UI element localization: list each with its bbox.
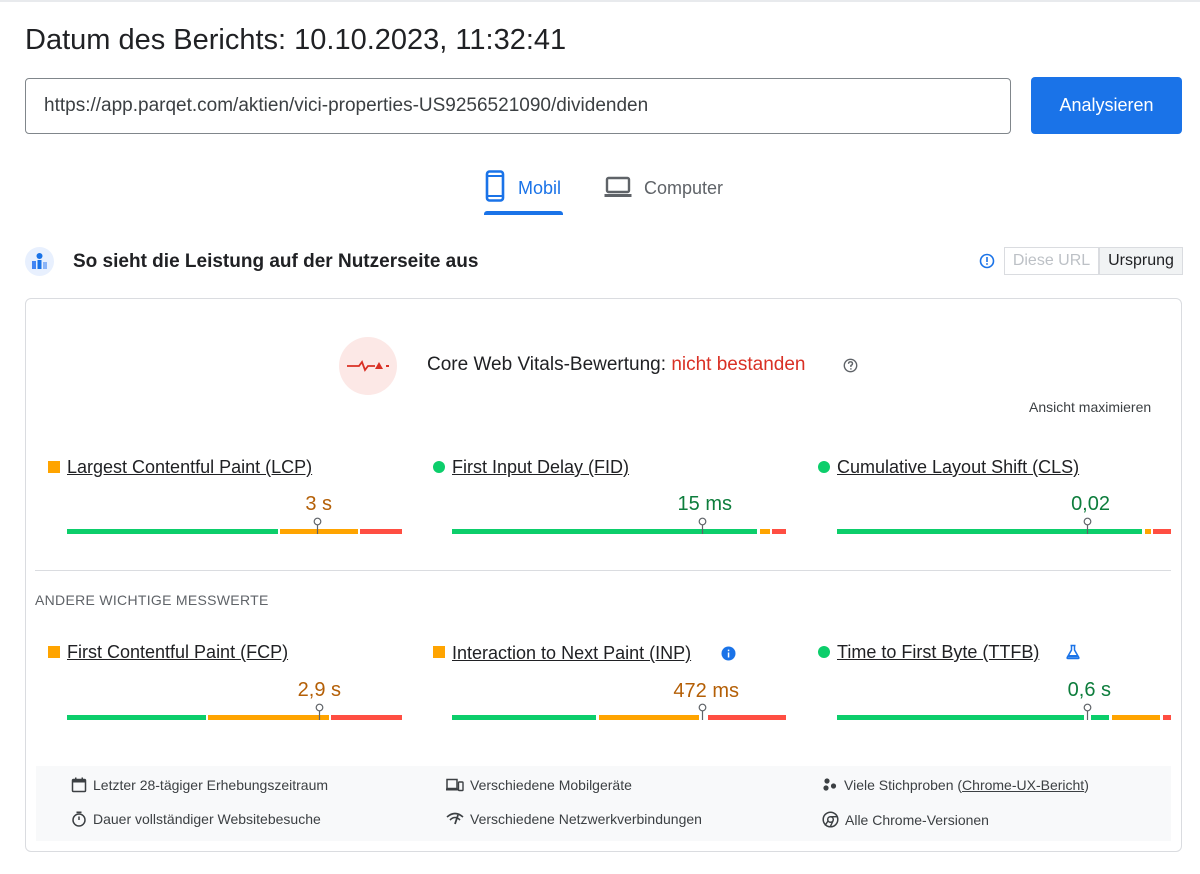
- summary-devices-text: Verschiedene Mobilgeräte: [470, 777, 632, 793]
- analyze-button[interactable]: Analysieren: [1031, 77, 1182, 134]
- ttfb-bar-good-2: [1091, 715, 1109, 720]
- url-input[interactable]: [25, 78, 1011, 134]
- summary-network: Verschiedene Netzwerkverbindungen: [446, 811, 702, 827]
- cls-bar-good: [837, 529, 1142, 534]
- inp-bar-poor: [708, 715, 786, 720]
- summary-samples-end: ): [1084, 777, 1089, 793]
- summary-versions: Alle Chrome-Versionen: [822, 811, 989, 828]
- metric-fid-name[interactable]: First Input Delay (FID): [452, 457, 629, 478]
- metric-ttfb-name[interactable]: Time to First Byte (TTFB): [837, 642, 1039, 663]
- expand-view-link[interactable]: Ansicht maximieren: [1029, 399, 1151, 415]
- good-indicator-icon: [818, 461, 830, 473]
- average-indicator-icon: [48, 461, 60, 473]
- info-circle-icon[interactable]: [979, 253, 995, 274]
- inp-marker-icon: [698, 703, 707, 725]
- metrics-divider: [35, 570, 1171, 571]
- toggle-this-url[interactable]: Diese URL: [1004, 247, 1099, 275]
- tab-computer-label: Computer: [644, 178, 724, 198]
- crux-report-link[interactable]: Chrome-UX-Bericht: [962, 777, 1084, 793]
- summary-network-text: Verschiedene Netzwerkverbindungen: [470, 811, 702, 827]
- average-indicator-icon: [433, 646, 445, 658]
- tab-mobile[interactable]: Mobil: [484, 170, 561, 214]
- summary-duration: Dauer vollständiger Websitebesuche: [71, 811, 321, 827]
- summary-duration-text: Dauer vollständiger Websitebesuche: [93, 811, 321, 827]
- summary-period: Letzter 28-tägiger Erhebungszeitraum: [71, 777, 328, 793]
- metric-inp-name[interactable]: Interaction to Next Paint (INP): [452, 643, 691, 664]
- ttfb-bar-good: [837, 715, 1084, 720]
- metric-inp-value: 472 ms: [673, 680, 739, 702]
- fcp-bar-average: [208, 715, 329, 720]
- summary-samples-text: Viele Stichproben (: [844, 777, 963, 793]
- metric-fid-value: 15 ms: [677, 493, 732, 515]
- metric-cls-name[interactable]: Cumulative Layout Shift (CLS): [837, 457, 1079, 478]
- fid-marker-icon: [698, 517, 707, 539]
- info-icon[interactable]: [721, 646, 736, 666]
- help-icon[interactable]: [843, 358, 858, 378]
- samples-icon: [823, 778, 837, 791]
- metric-lcp-value: 3 s: [305, 493, 332, 515]
- report-date: Datum des Berichts: 10.10.2023, 11:32:41: [25, 24, 567, 56]
- ttfb-bar-poor: [1163, 715, 1171, 720]
- cls-marker-icon: [1083, 517, 1092, 539]
- top-border: [0, 0, 1200, 2]
- experimental-flask-icon: [1065, 644, 1081, 665]
- tab-mobile-label: Mobil: [518, 178, 562, 198]
- lcp-marker-icon: [313, 517, 322, 539]
- lcp-bar-good: [67, 529, 278, 534]
- fid-bar-good: [452, 529, 757, 534]
- metric-fcp-value: 2,9 s: [297, 679, 341, 701]
- toggle-origin[interactable]: Ursprung: [1099, 247, 1183, 275]
- good-indicator-icon: [818, 646, 830, 658]
- metric-fcp-name[interactable]: First Contentful Paint (FCP): [67, 642, 288, 663]
- fcp-bar-poor: [331, 715, 402, 720]
- cls-bar-poor: [1153, 529, 1171, 534]
- chrome-icon: [822, 811, 839, 828]
- tab-selected-indicator: [484, 211, 563, 215]
- good-indicator-icon: [433, 461, 445, 473]
- ttfb-marker-icon: [1083, 703, 1092, 725]
- ttfb-bar-average: [1112, 715, 1160, 720]
- section-title: So sieht die Leistung auf der Nutzerseit…: [73, 251, 479, 272]
- summary-samples: Viele Stichproben (Chrome-UX-Bericht): [822, 777, 1089, 793]
- summary-period-text: Letzter 28-tägiger Erhebungszeitraum: [93, 777, 329, 793]
- laptop-icon: [604, 170, 632, 207]
- fid-bar-poor: [772, 529, 786, 534]
- cwv-status: nicht bestanden: [671, 354, 806, 375]
- cwv-assessment: Core Web Vitals-Bewertung: nicht bestand…: [427, 354, 805, 376]
- average-indicator-icon: [48, 646, 60, 658]
- metric-cls-value: 0,02: [1071, 493, 1110, 515]
- summary-devices: Verschiedene Mobilgeräte: [446, 777, 632, 793]
- calendar-icon: [71, 777, 87, 793]
- other-metrics-heading: ANDERE WICHTIGE MESSWERTE: [35, 592, 269, 608]
- fcp-bar-good: [67, 715, 206, 720]
- timer-icon: [72, 811, 86, 827]
- inp-bar-average: [599, 715, 699, 720]
- tab-computer[interactable]: Computer: [604, 170, 723, 214]
- metric-lcp-name[interactable]: Largest Contentful Paint (LCP): [67, 457, 312, 478]
- smartphone-icon: [484, 170, 506, 207]
- fcp-marker-icon: [315, 703, 324, 725]
- fid-bar-average: [760, 529, 770, 534]
- cwv-label: Core Web Vitals-Bewertung:: [427, 354, 672, 375]
- lcp-bar-poor: [360, 529, 402, 534]
- inp-bar-good: [452, 715, 596, 720]
- signal-icon: [446, 812, 464, 825]
- field-data-icon: [25, 247, 54, 276]
- cls-bar-average: [1145, 529, 1151, 534]
- cwv-fail-badge-icon: [339, 337, 397, 395]
- summary-versions-text: Alle Chrome-Versionen: [845, 811, 989, 828]
- devices-icon: [446, 778, 464, 792]
- metric-ttfb-value: 0,6 s: [1067, 679, 1111, 701]
